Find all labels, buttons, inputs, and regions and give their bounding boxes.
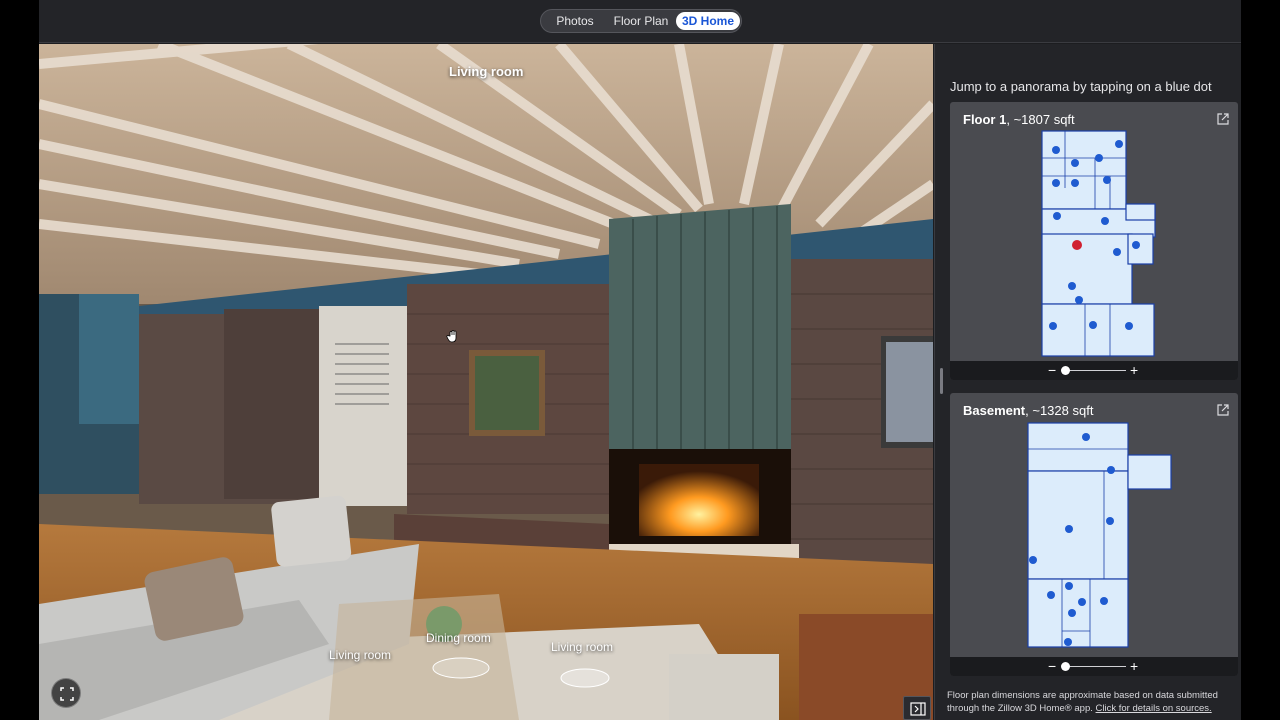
floor-area: , ~1807 sqft [1006,112,1075,127]
view-tabs: Photos Floor Plan 3D Home [540,9,742,33]
tab-3d-home[interactable]: 3D Home [676,12,740,30]
collapse-panel-button[interactable] [903,696,931,720]
basement-plan[interactable] [1022,421,1172,651]
fullscreen-icon [60,687,74,701]
sources-link[interactable]: Click for details on sources. [1096,703,1212,714]
hand-cursor-icon [446,329,460,348]
zoom-slider-track[interactable] [1062,370,1126,371]
panel-instruction: Jump to a panorama by tapping on a blue … [950,79,1212,94]
floor-name: Basement [963,403,1026,418]
panel-divider[interactable] [934,44,935,720]
hotspot-living-room-1[interactable]: Living room [329,648,391,662]
zoom-slider-track[interactable] [1062,666,1126,667]
collapse-panel-icon [910,702,926,716]
zoom-slider-thumb[interactable] [1061,662,1070,671]
floor-area: , ~1328 sqft [1025,403,1094,418]
floor-1-plan[interactable] [1035,128,1160,358]
tab-photos[interactable]: Photos [547,12,603,30]
top-bar: Photos Floor Plan 3D Home [39,0,1241,43]
hotspot-dining-room[interactable]: Dining room [426,631,491,645]
current-position-dot [1072,240,1082,250]
app-window: Photos Floor Plan 3D Home Living room Di… [39,0,1241,720]
panorama-scene[interactable] [39,44,933,720]
floor-1-zoom-control: − + [950,361,1238,380]
zoom-out-button[interactable]: − [1048,657,1056,675]
panel-scrollbar[interactable] [940,368,943,394]
tab-floor-plan[interactable]: Floor Plan [607,12,675,30]
current-room-label: Living room [449,64,524,79]
zoom-in-button[interactable]: + [1130,657,1138,675]
basement-zoom-control: − + [950,657,1238,676]
zoom-out-button[interactable]: − [1048,361,1056,379]
zoom-slider-thumb[interactable] [1061,366,1070,375]
open-external-icon[interactable] [1216,112,1230,126]
zoom-in-button[interactable]: + [1130,361,1138,379]
panorama-viewer[interactable]: Living room Dining room Living room Livi… [39,44,933,720]
fullscreen-button[interactable] [51,678,81,708]
floor-plan-panel: Jump to a panorama by tapping on a blue … [934,44,1241,720]
floor-title: Basement, ~1328 sqft [963,403,1093,418]
floor-name: Floor 1 [963,112,1007,127]
floor-card-basement: Basement, ~1328 sqft − + [950,393,1238,676]
floor-card-floor-1: Floor 1, ~1807 sqft − + [950,102,1238,380]
open-external-icon[interactable] [1216,403,1230,417]
floor-plan-disclaimer: Floor plan dimensions are approximate ba… [947,689,1237,715]
floor-title: Floor 1, ~1807 sqft [963,112,1075,127]
hotspot-living-room-2[interactable]: Living room [551,640,613,654]
